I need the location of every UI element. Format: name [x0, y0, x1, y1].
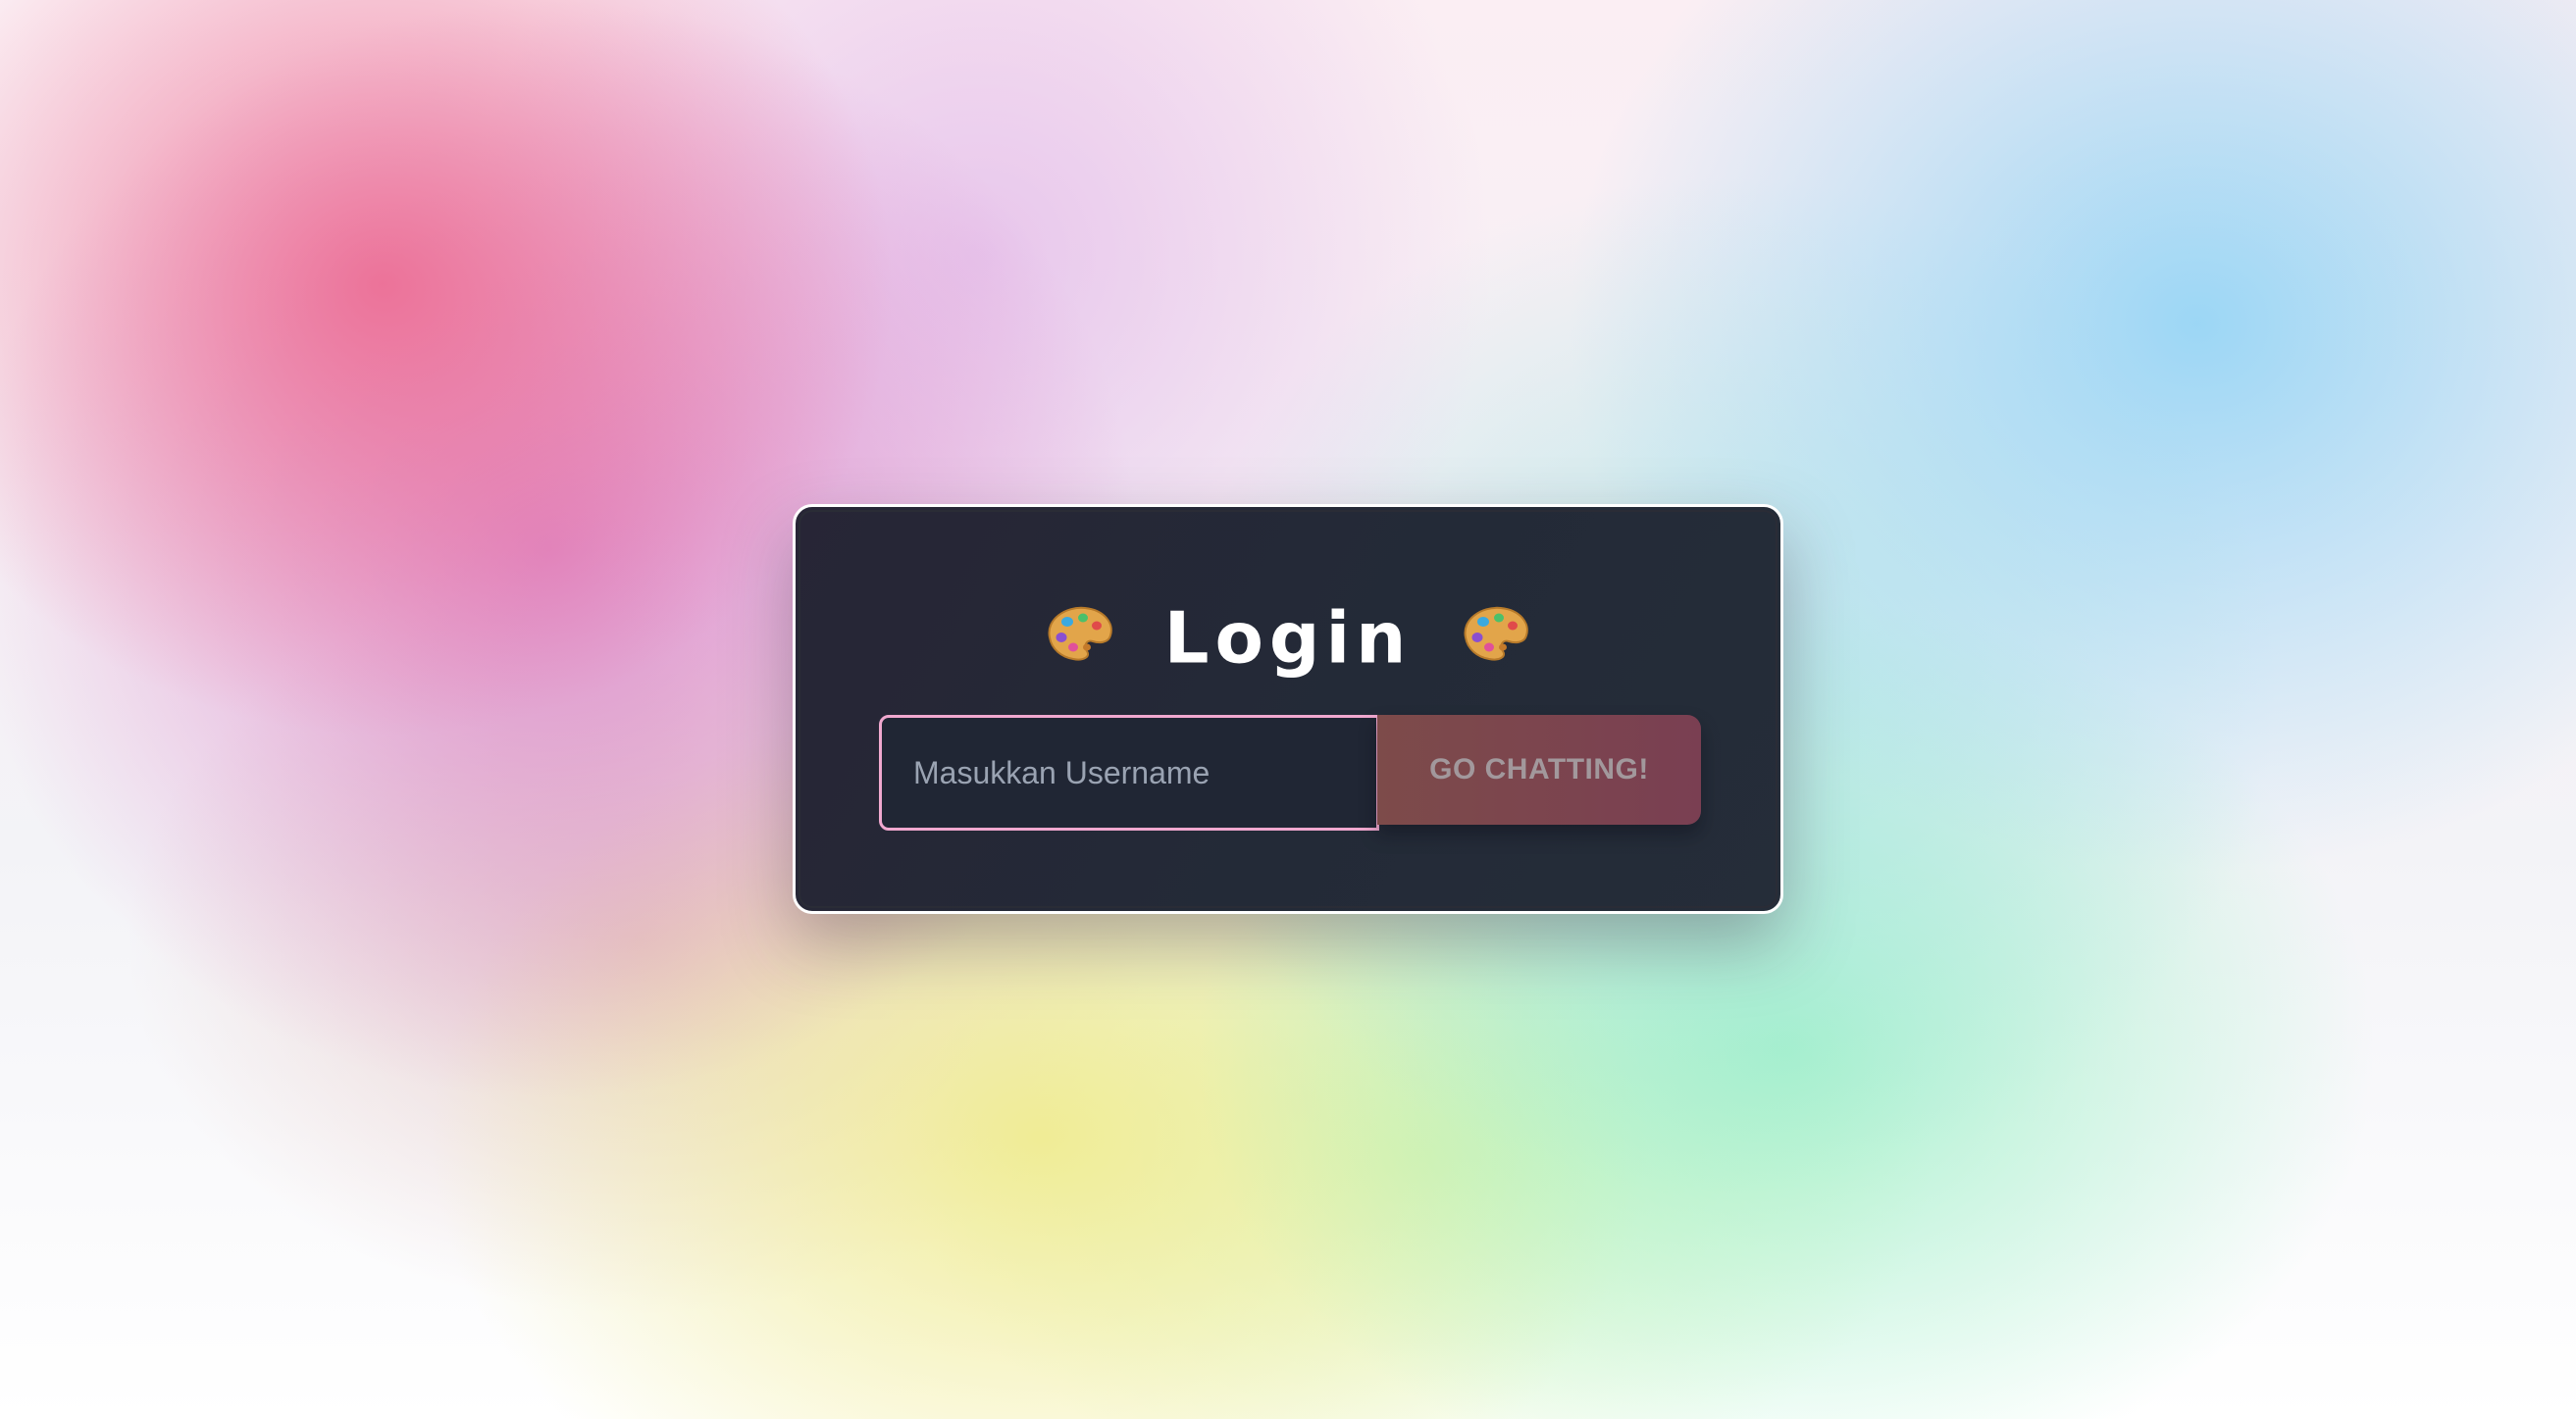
go-chatting-button[interactable]: GO CHATTING!	[1377, 715, 1701, 825]
login-heading: Login	[796, 585, 1780, 684]
login-form: GO CHATTING!	[879, 715, 1701, 831]
username-input[interactable]	[879, 715, 1379, 831]
artist-palette-icon	[1465, 607, 1529, 661]
login-title: Login	[1163, 596, 1413, 680]
artist-palette-icon	[1048, 607, 1112, 661]
login-card: Login GO CHATTING!	[793, 504, 1783, 914]
